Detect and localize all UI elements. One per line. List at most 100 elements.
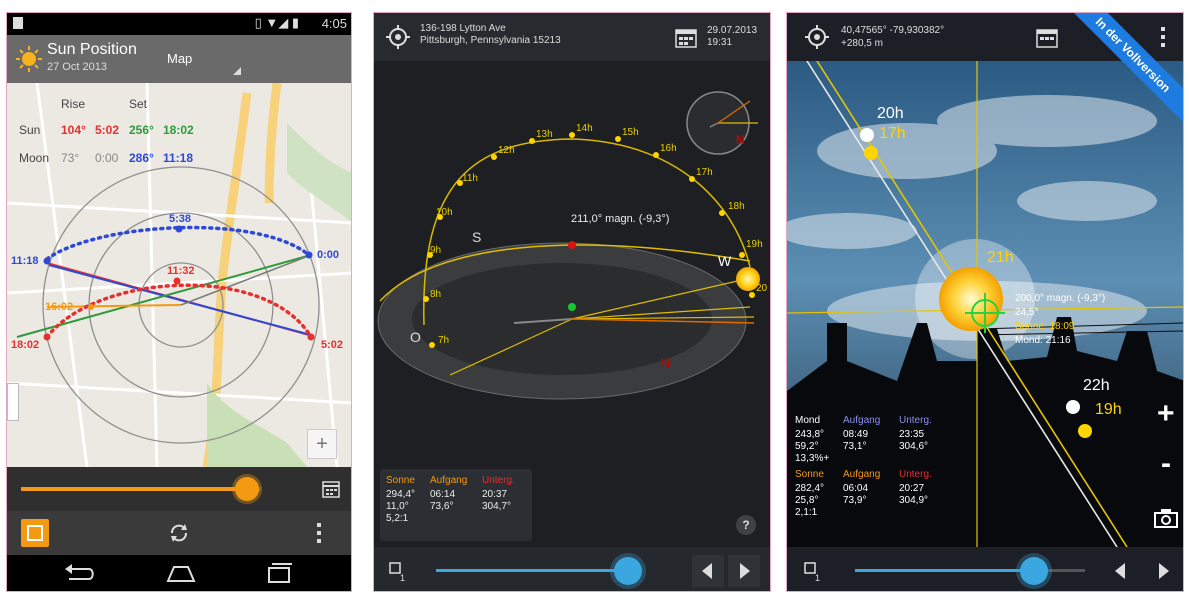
- time-slider-fill: [436, 569, 628, 572]
- zoom-in-button[interactable]: +: [1157, 397, 1175, 431]
- hour-label-12h: 12h: [498, 145, 515, 156]
- compass-north: N: [736, 133, 745, 147]
- sun-row-label: Sun: [19, 123, 41, 137]
- zoom-in-button[interactable]: +: [307, 429, 337, 459]
- address-line1: 136-198 Lytton Ave: [420, 23, 506, 34]
- info-r1c3: 20:37: [482, 489, 508, 500]
- refresh-icon[interactable]: [167, 521, 191, 545]
- time-slider-thumb[interactable]: [1020, 557, 1048, 585]
- heading-label: 200,0° magn. (-9,3°): [1015, 293, 1106, 304]
- calendar-icon[interactable]: [1035, 27, 1059, 49]
- recents-icon[interactable]: [267, 561, 293, 585]
- datetime-block: 29.07.2013 19:31: [707, 25, 757, 49]
- action-bar: Sun Position 27 Oct 2013 Map: [7, 35, 351, 83]
- camera-ar-view-screen: 40,47565° -79,930382° +280,5 m In der Vo…: [786, 12, 1184, 592]
- time-slider[interactable]: [436, 557, 642, 585]
- info-s1c2: 06:04: [843, 483, 869, 494]
- header-set: Set: [129, 97, 148, 111]
- camera-icon[interactable]: [1153, 507, 1179, 529]
- sun-set-time: 18:02: [163, 123, 194, 137]
- app-date: 27 Oct 2013: [47, 61, 107, 73]
- previous-button[interactable]: [692, 555, 724, 587]
- info-moon-header: Mond: [795, 415, 821, 426]
- hour-label-17h: 17h: [696, 167, 713, 178]
- back-icon[interactable]: [63, 563, 95, 585]
- map-view[interactable]: Rise Set Sun 104° 5:02 256° 18:02 Moon 7…: [7, 83, 351, 467]
- time-step-icon[interactable]: 1: [801, 559, 823, 583]
- sun-rise-time: 5:02: [95, 123, 120, 137]
- drawer-handle[interactable]: [7, 383, 19, 421]
- status-bar: ▯ ▼◢ ▮ 4:05: [7, 13, 351, 35]
- calendar-icon[interactable]: [321, 479, 341, 499]
- moon-set-azimuth: 286°: [129, 151, 154, 165]
- info-sun-rise-header: Aufgang: [843, 469, 881, 480]
- info-s2c3: 304,9°: [899, 495, 929, 506]
- info-m3c1: 13,3%+: [795, 453, 830, 464]
- moon-22h-label: 22h: [1083, 377, 1110, 394]
- hour-label-10h: 10h: [436, 207, 453, 218]
- info-s1c3: 20:27: [899, 483, 925, 494]
- info-moon-set-header: Unterg.: [899, 415, 932, 426]
- time-slider[interactable]: [21, 477, 261, 501]
- location-target-icon[interactable]: [805, 25, 829, 49]
- info-r1c2: 06:14: [430, 489, 456, 500]
- observer-marker: [568, 303, 576, 311]
- date-value: 29.07.2013: [707, 25, 758, 36]
- help-button[interactable]: ?: [736, 515, 756, 535]
- hour-label-16h: 16h: [660, 143, 677, 154]
- calendar-icon[interactable]: [674, 27, 698, 49]
- signal-battery-icon: ▯ ▼◢ ▮: [254, 15, 299, 30]
- hour-label-19h: 19h: [746, 239, 763, 250]
- info-set-header: Unterg.: [482, 475, 515, 486]
- previous-button[interactable]: [1115, 563, 1125, 579]
- time-slider-thumb[interactable]: [235, 477, 259, 501]
- info-m1c1: 243,8°: [795, 429, 825, 440]
- svg-text:1: 1: [815, 573, 820, 583]
- moon-set-time: 11:18: [163, 151, 194, 165]
- time-slider[interactable]: [855, 557, 1085, 585]
- compass-widget[interactable]: [686, 91, 758, 155]
- sun-logo-icon[interactable]: [15, 45, 43, 73]
- hour-label-15h: 15h: [622, 127, 639, 138]
- coordinates: 40,47565° -79,930382°: [841, 25, 945, 36]
- svg-text:1: 1: [400, 573, 405, 583]
- home-icon[interactable]: [165, 563, 197, 585]
- address-block: 136-198 Lytton Ave Pittsburgh, Pennsylva…: [420, 23, 561, 47]
- overflow-menu-icon[interactable]: [1161, 27, 1165, 47]
- location-target-icon[interactable]: [386, 25, 410, 49]
- sun-disc: [939, 267, 1003, 331]
- view-mode-dropdown[interactable]: Map: [167, 51, 192, 66]
- hour-label-8h: 8h: [430, 289, 442, 300]
- time-slider-thumb[interactable]: [614, 557, 642, 585]
- moon-top-label: 5:38: [169, 213, 192, 225]
- info-sun-header: Sonne: [386, 475, 415, 486]
- zoom-out-button[interactable]: -: [1161, 447, 1171, 481]
- info-m2c1: 59,2°: [795, 441, 819, 452]
- elevation-label: 24,5°: [1015, 307, 1039, 318]
- sun-path-3d-view[interactable]: [374, 61, 771, 469]
- now-label: 16:02: [45, 301, 74, 313]
- north-line: [180, 254, 312, 306]
- info-m2c2: 73,1°: [843, 441, 867, 452]
- overflow-menu-icon[interactable]: [317, 523, 321, 543]
- sun-19h-label: 19h: [1095, 401, 1122, 418]
- info-m1c3: 23:35: [899, 429, 925, 440]
- sun-time-label: Sonne: 18:09: [1015, 321, 1075, 332]
- date-picker-icon[interactable]: [21, 519, 49, 547]
- info-s2c1: 25,8°: [795, 495, 819, 506]
- next-button[interactable]: [728, 555, 760, 587]
- heading-marker: [568, 241, 576, 249]
- info-r2c3: 304,7°: [482, 501, 512, 512]
- info-s1c1: 282,4°: [795, 483, 825, 494]
- moon-22h-dot: [1066, 400, 1080, 414]
- moon-left-label: 11:18: [11, 255, 39, 267]
- sun-position-map-screen: ▯ ▼◢ ▮ 4:05 Sun Position 27 Oct 2013 Map: [6, 12, 352, 592]
- dropdown-corner-icon: [233, 67, 241, 75]
- time-slider-fill: [21, 487, 247, 491]
- time-step-icon[interactable]: 1: [386, 559, 408, 583]
- moon-rise-azimuth: 73°: [61, 151, 80, 165]
- sun-3d-view-screen: 136-198 Lytton Ave Pittsburgh, Pennsylva…: [373, 12, 771, 592]
- next-button[interactable]: [1159, 563, 1169, 579]
- moon-row-label: Moon: [19, 151, 50, 165]
- info-r3c1: 5,2:1: [386, 513, 409, 524]
